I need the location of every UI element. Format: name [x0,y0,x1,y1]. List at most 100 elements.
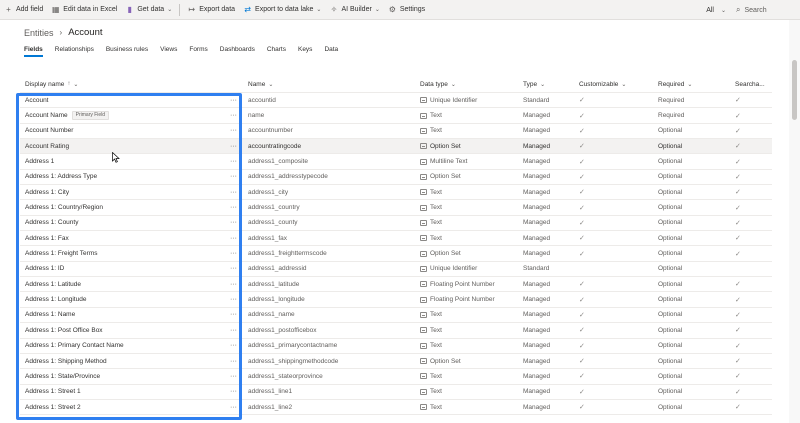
command-bar: + Add field ▦ Edit data in Excel ▮ Get d… [0,0,800,20]
more-options-icon[interactable]: ··· [230,388,237,395]
search-box[interactable]: ⌕ Search [730,3,800,17]
display-name-cell[interactable]: Address 1: Post Office Box ··· [20,323,245,337]
more-options-icon[interactable]: ··· [230,173,237,180]
table-row[interactable]: Address 1: Address Type ··· address1_addre… [20,170,772,186]
more-options-icon[interactable]: ··· [230,311,237,318]
display-name-cell[interactable]: Address 1: Primary Contact Name ··· [20,339,245,353]
add-field-button[interactable]: + Add field [0,0,47,20]
view-filter-dropdown[interactable]: All ⌄ [702,0,730,20]
table-row[interactable]: Address 1: Longitude ··· address1_longitud… [20,292,772,308]
display-name-cell[interactable]: Address 1: Longitude ··· [20,292,245,306]
display-name-cell[interactable]: Address 1: Latitude ··· [20,277,245,291]
edit-in-excel-button[interactable]: ▦ Edit data in Excel [47,0,121,20]
more-options-icon[interactable]: ··· [230,112,237,119]
display-name-cell[interactable]: Address 1: Fax ··· [20,231,245,245]
more-options-icon[interactable]: ··· [230,189,237,196]
tab-views[interactable]: Views [160,46,177,56]
display-name-cell[interactable]: Address 1: City ··· [20,185,245,199]
more-options-icon[interactable]: ··· [230,404,237,411]
display-name-cell[interactable]: Address 1: Name ··· [20,308,245,322]
export-to-data-lake-button[interactable]: ⇄ Export to data lake ⌄ [239,0,325,20]
table-row[interactable]: Address 1: Shipping Method ··· address1_sh… [20,354,772,370]
tab-dashboards[interactable]: Dashboards [220,46,255,56]
searchable-cell: ✓ [732,385,772,399]
display-name-cell[interactable]: Address 1: ID ··· [20,262,245,276]
display-name-cell[interactable]: Address 1 ··· [20,154,245,168]
tab-business-rules[interactable]: Business rules [106,46,148,56]
display-name-cell[interactable]: Address 1: Address Type ··· [20,170,245,184]
more-options-icon[interactable]: ··· [230,97,237,104]
tab-keys[interactable]: Keys [298,46,312,56]
column-header-name[interactable]: Name ⌄ [245,76,417,92]
more-options-icon[interactable]: ··· [230,296,237,303]
more-options-icon[interactable]: ··· [230,342,237,349]
table-row[interactable]: Address 1 ··· address1_composite Multiline … [20,154,772,170]
scrollbar-thumb[interactable] [792,60,797,120]
required-text: Optional [658,142,683,150]
table-row[interactable]: Address 1: Street 1 ··· address1_line1 Text… [20,385,772,400]
display-name-cell[interactable]: Address 1: Freight Terms ··· [20,246,245,260]
display-name-cell[interactable]: Account Name Primary Field ··· [20,108,245,122]
more-options-icon[interactable]: ··· [230,265,237,272]
more-options-icon[interactable]: ··· [230,235,237,242]
more-options-icon[interactable]: ··· [230,158,237,165]
more-options-icon[interactable]: ··· [230,358,237,365]
display-name-cell[interactable]: Address 1: State/Province ··· [20,369,245,383]
display-name-cell[interactable]: Account ··· [20,93,245,107]
ai-builder-button[interactable]: ✧ AI Builder ⌄ [325,0,383,20]
display-name-cell[interactable]: Address 1: Street 1 ··· [20,385,245,399]
more-options-icon[interactable]: ··· [230,204,237,211]
more-options-icon[interactable]: ··· [230,281,237,288]
customizable-cell: ✓ [576,216,655,230]
more-options-icon[interactable]: ··· [230,219,237,226]
table-row[interactable]: Address 1: Fax ··· address1_fax Text Managed… [20,231,772,247]
column-header-required[interactable]: Required ⌄ [655,76,732,92]
breadcrumb-entities-link[interactable]: Entities [24,28,54,38]
table-row[interactable]: Address 1: Primary Contact Name ··· addres… [20,339,772,354]
column-header-display-name[interactable]: Display name ↑ ⌄ [20,76,245,92]
tab-fields[interactable]: Fields [24,46,43,57]
name-cell: address1_country [245,200,417,214]
display-name-cell[interactable]: Address 1: Street 2 ··· [20,400,245,414]
display-name-cell[interactable]: Address 1: Shipping Method ··· [20,354,245,368]
settings-button[interactable]: ⚙ Settings [384,0,429,20]
tab-data[interactable]: Data [324,46,338,56]
tab-forms[interactable]: Forms [189,46,207,56]
column-header-type[interactable]: Type ⌄ [520,76,576,92]
more-options-icon[interactable]: ··· [230,373,237,380]
table-row[interactable]: Address 1: Country/Region ··· address1_cou… [20,200,772,216]
display-name-cell[interactable]: Account Number ··· [20,124,245,138]
table-row[interactable]: Address 1: State/Province ··· address1_sta… [20,369,772,385]
data-type-cell: Option Set [417,246,520,260]
display-name-cell[interactable]: Address 1: County ··· [20,216,245,230]
table-row[interactable]: Account Rating ··· accountratingcode Option… [20,139,772,155]
table-row[interactable]: Account Name Primary Field ··· name Text Mana… [20,108,772,124]
get-data-button[interactable]: ▮ Get data ⌄ [121,0,176,20]
column-header-searchable[interactable]: Searcha... [732,76,772,92]
column-header-customizable[interactable]: Customizable ⌄ [576,76,655,92]
tab-charts[interactable]: Charts [267,46,286,56]
display-name-text: Account Number [25,127,74,135]
table-row[interactable]: Address 1: Street 2 ··· address1_line2 Text… [20,400,772,416]
table-row[interactable]: Address 1: Latitude ··· address1_latitude F… [20,277,772,293]
column-header-data-type[interactable]: Data type ⌄ [417,76,520,92]
display-name-cell[interactable]: Account Rating ··· [20,139,245,153]
table-row[interactable]: Address 1: Post Office Box ··· address1_po… [20,323,772,339]
more-options-icon[interactable]: ··· [230,250,237,257]
more-options-icon[interactable]: ··· [230,127,237,134]
table-row[interactable]: Address 1: Name ··· address1_name Text Manag… [20,308,772,324]
more-options-icon[interactable]: ··· [230,327,237,334]
data-type-icon [420,158,427,165]
display-name-text: Address 1: ID [25,265,65,273]
table-row[interactable]: Address 1: Freight Terms ··· address1_frei… [20,246,772,262]
customizable-cell: ✓ [576,108,655,122]
tab-relationships[interactable]: Relationships [55,46,94,56]
table-row[interactable]: Address 1: ID ··· address1_addressid Unique… [20,262,772,278]
table-row[interactable]: Address 1: County ··· address1_county Text M… [20,216,772,232]
table-row[interactable]: Address 1: City ··· address1_city Text Manag… [20,185,772,201]
table-row[interactable]: Account Number ··· accountnumber Text Manage… [20,124,772,140]
table-row[interactable]: Account ··· accountid Unique Identifier Stan… [20,93,772,109]
more-options-icon[interactable]: ··· [230,143,237,150]
display-name-cell[interactable]: Address 1: Country/Region ··· [20,200,245,214]
export-data-button[interactable]: ↦ Export data [183,0,239,20]
